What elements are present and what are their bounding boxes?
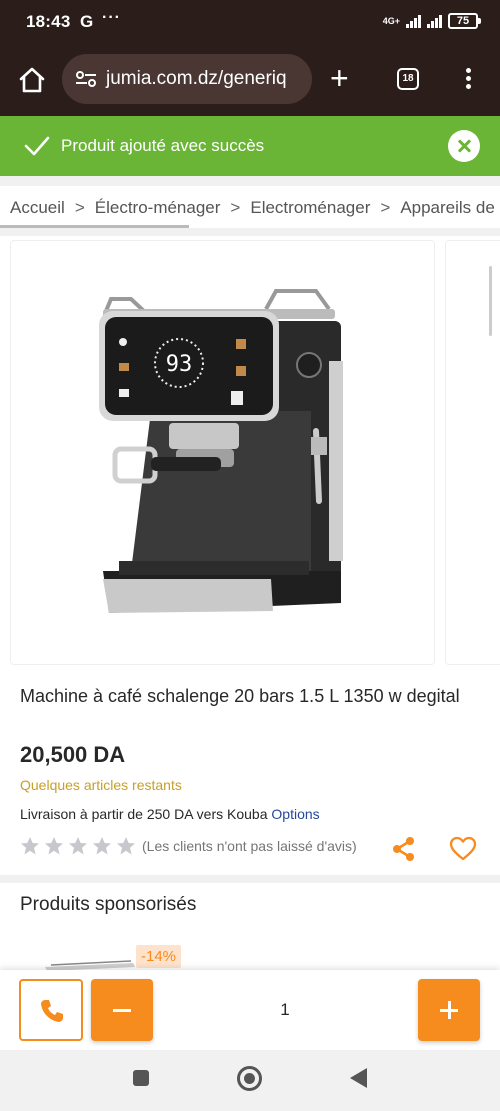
home-icon[interactable] [18,66,46,94]
delivery-info: Livraison à partir de 250 DA vers Kouba … [20,806,320,822]
site-settings-icon[interactable] [74,69,98,89]
product-info: Machine à café schalenge 20 bars 1.5 L 1… [0,672,500,875]
phone-icon [41,1000,63,1022]
sponsored-heading: Produits sponsorisés [20,894,197,915]
star-icon [69,837,87,855]
status-bar: 18:43 G ··· 4G+ 75 [0,0,500,46]
home-button-icon[interactable] [237,1066,262,1091]
breadcrumb-appareils[interactable]: Appareils de [400,198,495,218]
signal-icon-2 [427,14,442,28]
system-nav-bar [0,1050,500,1111]
coffee-machine-image: 93 [99,289,343,613]
status-indicators: 4G+ 75 [382,13,481,29]
product-title: Machine à café schalenge 20 bars 1.5 L 1… [20,686,460,706]
back-icon[interactable] [350,1068,367,1088]
star-icon [45,837,63,855]
delivery-options-link[interactable]: Options [271,806,319,822]
star-icon [21,837,39,855]
chevron-right-icon: > [74,198,85,217]
product-image[interactable]: 93 [10,240,435,665]
wishlist-heart-icon[interactable] [449,836,477,862]
discount-badge: -14% [136,945,182,968]
product-gallery[interactable]: 93 [0,236,500,672]
breadcrumb-electro-menager[interactable]: Électro-ménager [95,198,221,218]
delivery-amount: 250 DA [146,806,193,822]
menu-icon[interactable] [462,68,474,92]
breadcrumb-electromenager[interactable]: Electroménager [250,198,370,218]
call-button[interactable] [19,979,83,1041]
stock-status: Quelques articles restants [20,777,182,793]
more-notifications-icon: ··· [102,9,121,26]
sponsored-products: Produits sponsorisés -14% [0,883,500,973]
close-banner-button[interactable] [448,130,480,162]
display-temperature: 93 [166,352,193,377]
address-bar[interactable]: jumia.com.dz/generiq [62,54,312,104]
success-banner: Produit ajouté avec succès [0,116,500,176]
google-icon: G [80,12,94,31]
chevron-right-icon: > [230,198,241,217]
delivery-suffix: vers Kouba [192,806,272,822]
tab-switcher-button[interactable]: 18 [397,68,419,90]
chevron-right-icon: > [380,198,391,217]
recent-apps-icon[interactable] [133,1070,149,1086]
banner-message: Produit ajouté avec succès [61,136,265,155]
battery-icon: 75 [448,13,481,29]
status-time: 18:43 [26,12,71,31]
share-icon[interactable] [389,835,417,863]
delivery-prefix: Livraison à partir de [20,806,147,822]
quantity-value: 1 [280,1000,290,1019]
cart-action-bar: 1 [0,970,500,1050]
increase-quantity-button[interactable] [418,979,480,1041]
breadcrumb-home[interactable]: Accueil [10,198,65,218]
signal-icon [406,14,421,28]
star-icon [93,837,111,855]
rating-row: (Les clients n'ont pas laissé d'avis) [20,836,357,856]
checkmark-icon [24,136,50,156]
breadcrumb-scrollbar [0,225,189,228]
star-icon [117,837,135,855]
decrease-quantity-button[interactable] [91,979,153,1041]
gallery-scrollbar [489,266,492,336]
breadcrumb: Accueil > Électro-ménager > Electroménag… [0,186,500,228]
product-price: 20,500 DA [20,742,126,767]
network-type: 4G+ [382,15,400,26]
new-tab-icon[interactable]: + [330,62,349,94]
browser-toolbar: jumia.com.dz/generiq + 18 [0,46,500,116]
url-text: jumia.com.dz/generiq [106,68,287,89]
reviews-text: (Les clients n'ont pas laissé d'avis) [142,838,357,854]
